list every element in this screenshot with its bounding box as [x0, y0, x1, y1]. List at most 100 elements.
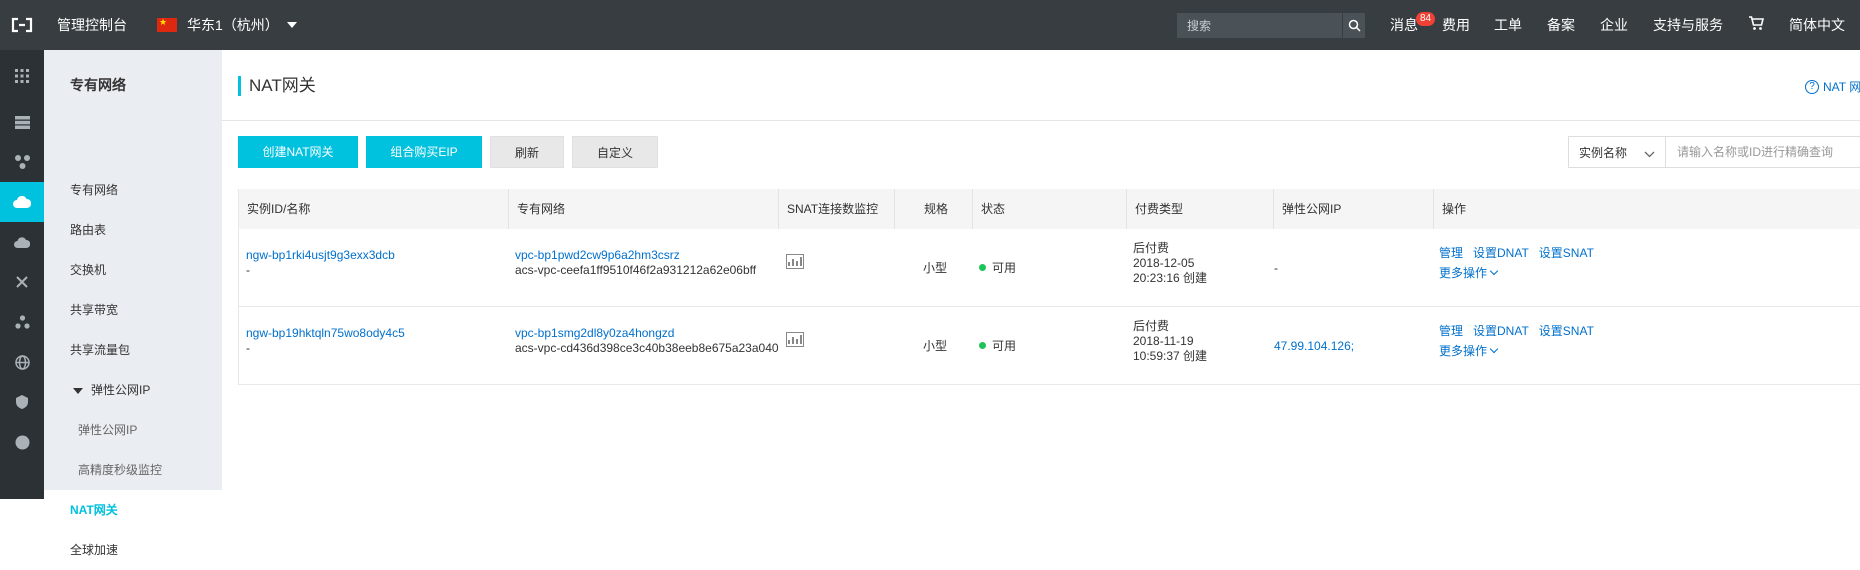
- sidebar-item-eip[interactable]: 弹性公网IP: [44, 410, 222, 450]
- apps-grid-icon[interactable]: [0, 56, 44, 96]
- circle-icon[interactable]: [0, 422, 44, 462]
- status-text: 可用: [992, 261, 1017, 275]
- sidebar: 专有网络 专有网络 路由表 交换机 共享带宽 共享流量包 弹性公网IP 弹性公网…: [44, 50, 222, 557]
- sidebar-item-nat-gateway[interactable]: NAT网关: [44, 490, 222, 530]
- column-header-status: 状态: [972, 189, 1126, 229]
- column-header-billing: 付费类型: [1126, 189, 1273, 229]
- more-actions-dropdown[interactable]: 更多操作: [1439, 344, 1604, 359]
- column-header-actions: 操作: [1433, 189, 1860, 229]
- filter-search-input[interactable]: [1665, 137, 1860, 167]
- search-icon[interactable]: [1342, 13, 1365, 38]
- sidebar-item-shared-traffic[interactable]: 共享流量包: [44, 330, 222, 370]
- more-actions-label: 更多操作: [1439, 344, 1488, 358]
- customize-button[interactable]: 自定义: [572, 136, 658, 168]
- header-divider: [222, 120, 1860, 121]
- vpc-id-link[interactable]: vpc-bp1smg2dl8y0za4hongzd: [515, 326, 779, 341]
- language-switcher[interactable]: 简体中文: [1789, 0, 1845, 50]
- search-input[interactable]: [1177, 13, 1342, 38]
- set-snat-link[interactable]: 设置SNAT: [1539, 324, 1594, 338]
- status-cell: 可用: [979, 261, 1016, 276]
- help-link[interactable]: ? NAT 网: [1805, 78, 1860, 95]
- caret-down-icon: [286, 22, 297, 28]
- manage-link[interactable]: 管理: [1439, 246, 1463, 260]
- cloud-icon[interactable]: [0, 182, 44, 222]
- table-row: ngw-bp1rki4usjt9g3exx3dcb - vpc-bp1pwd2c…: [239, 229, 1860, 307]
- created-time: 20:23:16 创建: [1133, 271, 1208, 285]
- instance-id-link[interactable]: ngw-bp19hktqln75wo8ody4c5: [246, 326, 405, 341]
- messages-link[interactable]: 消息: [1390, 0, 1418, 50]
- security-icon[interactable]: [0, 382, 44, 422]
- cluster-icon[interactable]: [0, 302, 44, 342]
- billing-type: 后付费: [1133, 241, 1170, 255]
- instance-cell: ngw-bp1rki4usjt9g3exx3dcb -: [246, 248, 395, 278]
- vpc-cell: vpc-bp1smg2dl8y0za4hongzd acs-vpc-cd436d…: [515, 326, 779, 356]
- sidebar-item-vpc[interactable]: 专有网络: [44, 170, 222, 210]
- product-icon-rail: [0, 50, 44, 499]
- chevron-down-icon: [1644, 147, 1655, 161]
- china-flag-icon: [157, 17, 177, 32]
- column-header-eip: 弹性公网IP: [1273, 189, 1433, 229]
- sidebar-group-eip[interactable]: 弹性公网IP: [44, 370, 222, 410]
- billing-cell: 后付费 2018-11-19 10:59:37 创建: [1133, 319, 1207, 364]
- fees-link[interactable]: 费用: [1442, 0, 1470, 50]
- region-label: 华东1（杭州）: [187, 17, 279, 33]
- vpc-id-link[interactable]: vpc-bp1pwd2cw9p6a2hm3csrz: [515, 248, 756, 263]
- status-cell: 可用: [979, 339, 1016, 354]
- column-header-spec: 规格: [894, 189, 972, 229]
- sidebar-item-shared-bandwidth[interactable]: 共享带宽: [44, 290, 222, 330]
- enterprise-link[interactable]: 企业: [1600, 0, 1628, 50]
- globe-icon[interactable]: [0, 342, 44, 382]
- eip-value: -: [1274, 261, 1278, 275]
- aliyun-logo-icon[interactable]: [0, 0, 44, 50]
- filter-search-box: [1665, 136, 1860, 168]
- refresh-button[interactable]: 刷新: [490, 136, 564, 168]
- cart-icon[interactable]: [1748, 16, 1765, 35]
- tickets-link[interactable]: 工单: [1494, 0, 1522, 50]
- actions-cell: 管理 设置DNAT 设置SNAT 更多操作: [1439, 246, 1604, 281]
- cdn-icon[interactable]: [0, 222, 44, 262]
- eip-link[interactable]: 47.99.104.126;: [1274, 339, 1354, 354]
- filing-link[interactable]: 备案: [1547, 0, 1575, 50]
- sidebar-item-precision-monitor[interactable]: 高精度秒级监控: [44, 450, 222, 490]
- vpc-name: acs-vpc-cd436d398ce3c40b38eeb8e675a23a04…: [515, 341, 779, 355]
- snat-monitor-chart-icon[interactable]: [786, 254, 804, 269]
- server-icon[interactable]: [0, 102, 44, 142]
- set-dnat-link[interactable]: 设置DNAT: [1473, 324, 1529, 338]
- status-dot-icon: [979, 342, 986, 349]
- page-title: NAT网关: [238, 76, 316, 96]
- region-selector[interactable]: 华东1（杭州）: [157, 0, 297, 50]
- actions-cell: 管理 设置DNAT 设置SNAT 更多操作: [1439, 324, 1604, 359]
- created-date: 2018-11-19: [1133, 334, 1194, 348]
- tools-icon[interactable]: [0, 262, 44, 302]
- instance-id-link[interactable]: ngw-bp1rki4usjt9g3exx3dcb: [246, 248, 395, 263]
- chevron-down-icon: [1489, 344, 1499, 354]
- buy-eip-button[interactable]: 组合购买EIP: [366, 136, 482, 168]
- instance-name: -: [246, 341, 250, 355]
- network-icon[interactable]: [0, 142, 44, 182]
- set-snat-link[interactable]: 设置SNAT: [1539, 246, 1594, 260]
- column-header-vpc: 专有网络: [508, 189, 778, 229]
- help-link-label: NAT 网: [1823, 80, 1860, 94]
- created-time: 10:59:37 创建: [1133, 349, 1208, 363]
- created-date: 2018-12-05: [1133, 256, 1195, 270]
- messages-count-badge: 84: [1416, 12, 1436, 26]
- console-home-link[interactable]: 管理控制台: [57, 0, 127, 50]
- nat-gateway-table: 实例ID/名称 专有网络 SNAT连接数监控 规格 状态 付费类型 弹性公网IP…: [238, 189, 1860, 385]
- create-nat-gateway-button[interactable]: 创建NAT网关: [238, 136, 358, 168]
- sidebar-title: 专有网络: [70, 77, 126, 93]
- table-row: ngw-bp19hktqln75wo8ody4c5 - vpc-bp1smg2d…: [239, 307, 1860, 385]
- status-text: 可用: [992, 339, 1017, 353]
- more-actions-dropdown[interactable]: 更多操作: [1439, 266, 1604, 281]
- support-link[interactable]: 支持与服务: [1653, 0, 1723, 50]
- sidebar-item-route-table[interactable]: 路由表: [44, 210, 222, 250]
- global-search: [1177, 13, 1365, 38]
- spec-value: 小型: [923, 261, 948, 275]
- billing-cell: 后付费 2018-12-05 20:23:16 创建: [1133, 241, 1207, 286]
- manage-link[interactable]: 管理: [1439, 324, 1463, 338]
- snat-monitor-chart-icon[interactable]: [786, 332, 804, 347]
- sidebar-item-global-acceleration[interactable]: 全球加速: [44, 530, 222, 570]
- chevron-down-icon: [1489, 266, 1499, 276]
- set-dnat-link[interactable]: 设置DNAT: [1473, 246, 1529, 260]
- sidebar-item-vswitch[interactable]: 交换机: [44, 250, 222, 290]
- filter-field-select[interactable]: 实例名称: [1568, 136, 1666, 168]
